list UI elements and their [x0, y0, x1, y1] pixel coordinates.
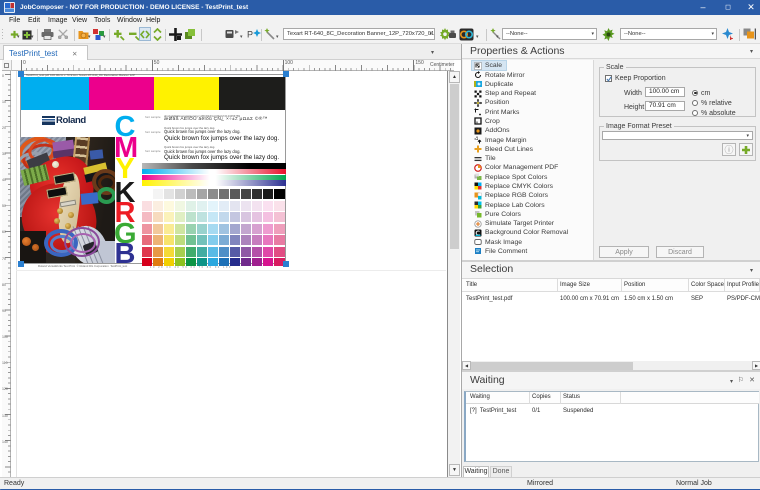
svg-text:P: P	[247, 30, 253, 40]
